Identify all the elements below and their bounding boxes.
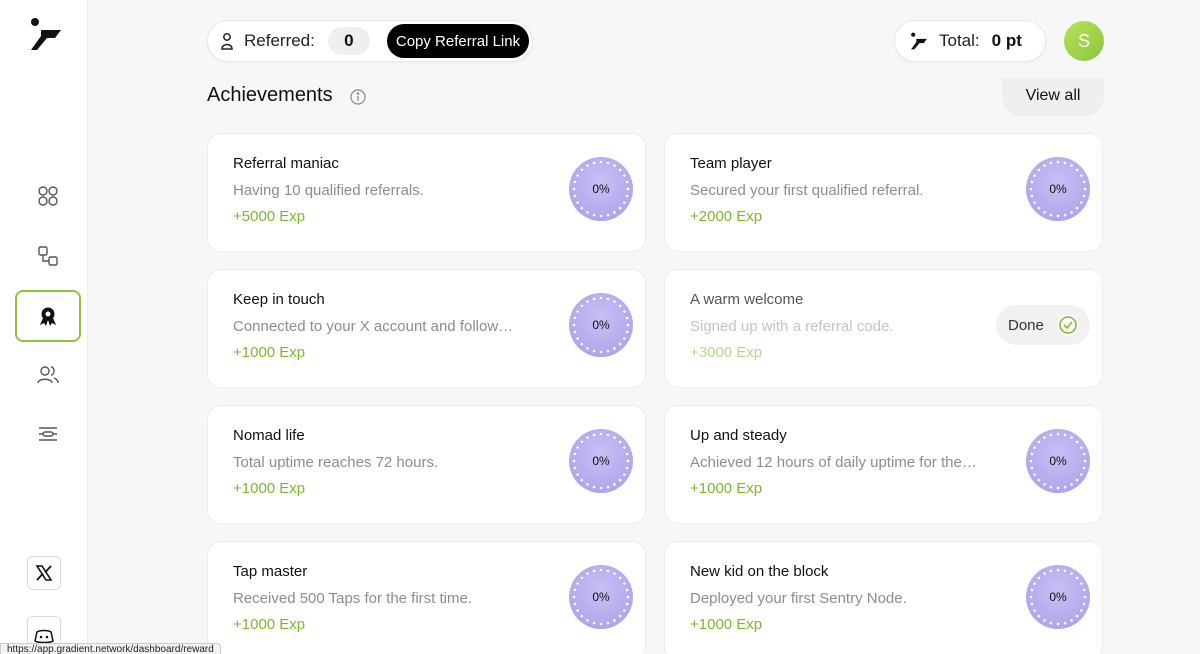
achievement-exp: +3000 Exp [690, 344, 763, 361]
total-value: 0 pt [991, 31, 1022, 50]
achievement-exp: +1000 Exp [233, 480, 306, 497]
progress-percent: 0% [592, 318, 610, 332]
avatar[interactable]: S [1064, 21, 1104, 61]
check-circle-icon [1057, 314, 1079, 336]
nav-settings[interactable] [15, 408, 81, 460]
progress-percent: 0% [1049, 182, 1067, 196]
copy-referral-link-button[interactable]: Copy Referral Link [386, 24, 530, 58]
achievement-description: Received 500 Taps for the first time. [233, 590, 473, 607]
achievement-exp: +1000 Exp [233, 616, 306, 633]
referred-label: Referred: [244, 31, 315, 50]
progress-percent: 0% [1049, 454, 1067, 468]
achievement-card: Nomad life Total uptime reaches 72 hours.… [207, 405, 646, 524]
info-icon[interactable] [350, 89, 366, 105]
progress-percent: 0% [592, 182, 610, 196]
sliders-icon [39, 427, 57, 441]
gradient-logo-icon[interactable] [27, 16, 65, 52]
view-all-button[interactable]: View all [1002, 78, 1104, 116]
achievement-title: Tap master [233, 563, 308, 580]
achievement-description: Having 10 qualified referrals. [233, 182, 424, 199]
achievement-progress: 0% [569, 157, 633, 221]
achievement-description: Secured your first qualified referral. [690, 182, 924, 199]
achievement-card: Keep in touch Connected to your X account… [207, 269, 646, 388]
achievement-description: Signed up with a referral code. [690, 318, 894, 335]
achievement-exp: +5000 Exp [233, 208, 306, 225]
discord-icon [34, 629, 54, 643]
achievement-title: New kid on the block [690, 563, 829, 580]
total-points-pill: Total: 0 pt [894, 20, 1046, 62]
x-icon [35, 565, 53, 581]
achievement-card: New kid on the block Deployed your first … [664, 541, 1103, 654]
achievement-exp: +2000 Exp [690, 208, 763, 225]
referred-count: 0 [327, 27, 370, 55]
grid-icon [38, 186, 58, 206]
achievement-progress: 0% [1026, 157, 1090, 221]
achievement-description: Deployed your first Sentry Node. [690, 590, 907, 607]
achievement-title: A warm welcome [690, 291, 804, 308]
nav-dashboard[interactable] [15, 170, 81, 222]
referral-pill: Referred: 0 Copy Referral Link [207, 20, 533, 62]
nav-rewards[interactable] [15, 290, 81, 342]
achievement-card: Referral maniac Having 10 qualified refer… [207, 133, 646, 252]
achievement-card: A warm welcome Signed up with a referral … [664, 269, 1103, 388]
achievement-title: Nomad life [233, 427, 305, 444]
gradient-logo-icon [911, 32, 927, 50]
progress-percent: 0% [1049, 590, 1067, 604]
nav-nodes[interactable] [15, 230, 81, 282]
achievement-card: Tap master Received 500 Taps for the firs… [207, 541, 646, 654]
achievement-progress: 0% [569, 565, 633, 629]
status-bar-url: https://app.gradient.network/dashboard/r… [0, 643, 221, 654]
done-status: Done [996, 305, 1090, 345]
achievement-progress: 0% [569, 429, 633, 493]
done-label: Done [1008, 316, 1044, 334]
achievement-progress: 0% [569, 293, 633, 357]
achievement-title: Up and steady [690, 427, 787, 444]
achievement-title: Keep in touch [233, 291, 325, 308]
achievement-description: Connected to your X account and follow… [233, 318, 514, 335]
award-icon [40, 307, 56, 326]
progress-percent: 0% [592, 454, 610, 468]
section-title: Achievements [207, 84, 333, 106]
achievement-description: Total uptime reaches 72 hours. [233, 454, 439, 471]
achievement-description: Achieved 12 hours of daily uptime for th… [690, 454, 977, 471]
achievement-exp: +1000 Exp [233, 344, 306, 361]
nav-referrals[interactable] [15, 349, 81, 401]
x-link[interactable] [27, 556, 61, 590]
achievement-progress: 0% [1026, 429, 1090, 493]
achievement-progress: 0% [1026, 565, 1090, 629]
achievement-card: Up and steady Achieved 12 hours of daily … [664, 405, 1103, 524]
achievement-title: Referral maniac [233, 155, 339, 172]
progress-percent: 0% [592, 590, 610, 604]
achievement-exp: +1000 Exp [690, 616, 763, 633]
users-icon [37, 366, 59, 384]
nodes-icon [38, 246, 58, 266]
achievement-title: Team player [690, 155, 772, 172]
achievement-exp: +1000 Exp [690, 480, 763, 497]
total-label: Total: [939, 31, 980, 50]
person-icon [221, 33, 233, 50]
achievement-card: Team player Secured your first qualified … [664, 133, 1103, 252]
sidebar [0, 0, 88, 654]
